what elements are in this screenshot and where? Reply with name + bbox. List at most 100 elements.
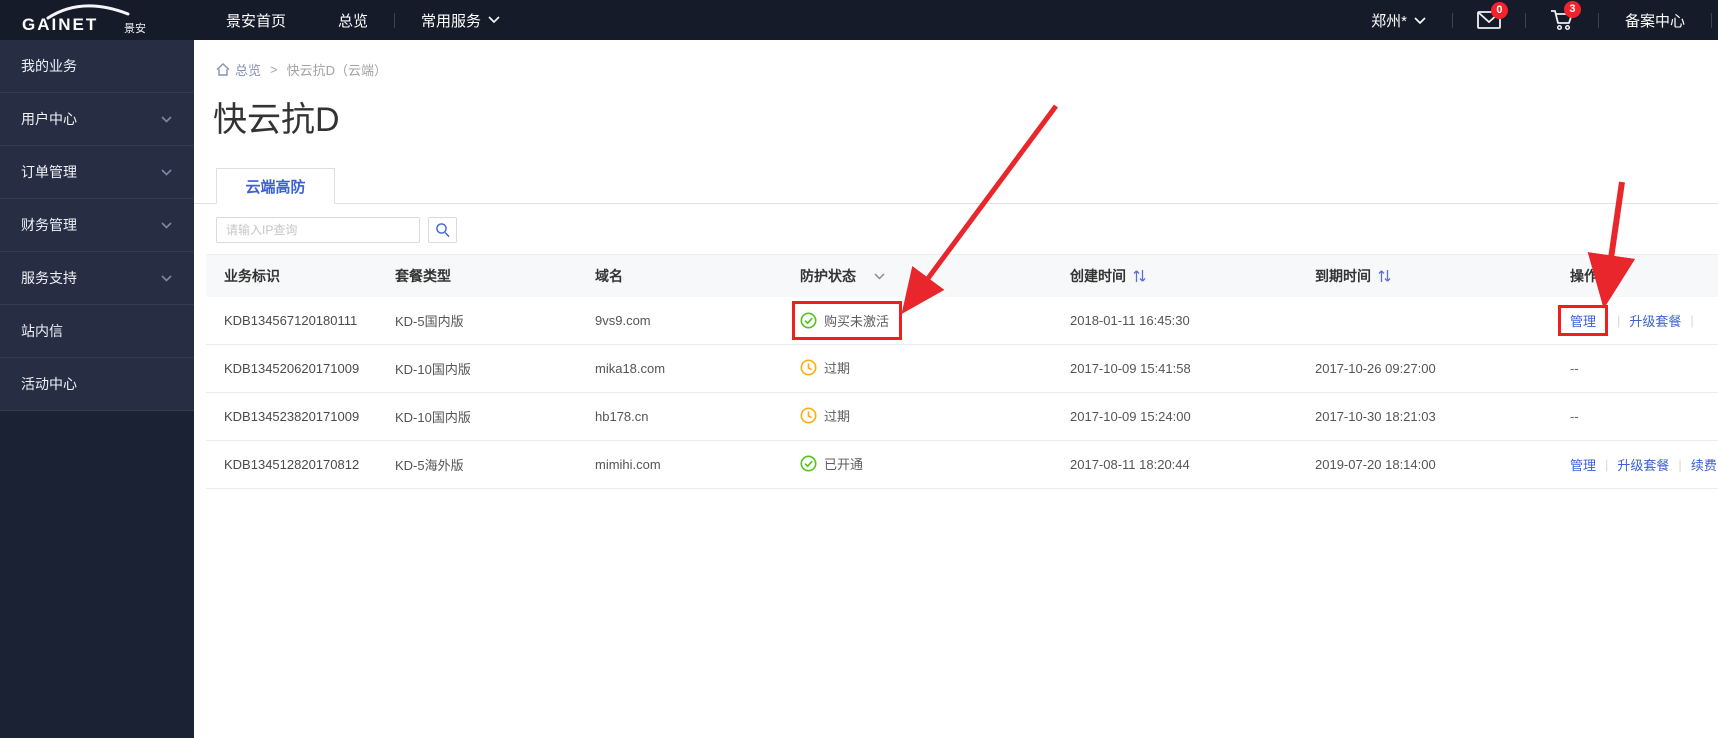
- search-button[interactable]: [428, 217, 457, 243]
- action-link-管理[interactable]: 管理: [1570, 311, 1596, 330]
- topbar-nav: 景安首页 总览 常用服务: [200, 0, 526, 40]
- status-value: 已开通: [800, 454, 863, 473]
- clock-icon: [800, 359, 817, 376]
- sidebar-item-5[interactable]: 站内信: [0, 305, 194, 358]
- column-header-label: 业务标识: [224, 268, 280, 284]
- cell-plan-type: KD-10国内版: [395, 362, 471, 377]
- topnav-item-2[interactable]: 常用服务: [395, 0, 526, 40]
- column-header-3: 防护状态: [800, 266, 1070, 286]
- cell-plan-type: KD-5海外版: [395, 458, 464, 473]
- check-circle-icon: [800, 312, 817, 329]
- cell-service-id: KDB134520620171009: [224, 361, 360, 376]
- sidebar-item-1[interactable]: 用户中心: [0, 93, 194, 146]
- table-row-1: KDB134520620171009 KD-10国内版 mika18.com 过期 20…: [206, 345, 1718, 393]
- table-row-2: KDB134523820171009 KD-10国内版 hb178.cn 过期 2017…: [206, 393, 1718, 441]
- main-content: 总览 > 快云抗D（云端） 快云抗D 云端高防 业务标识 套餐类型 域名 防护状态 创建…: [194, 40, 1718, 738]
- table-header-row: 业务标识 套餐类型 域名 防护状态 创建时间 到期时间 操作: [206, 254, 1718, 297]
- topnav-item-label: 总览: [338, 12, 369, 30]
- actions-empty: --: [1570, 409, 1579, 424]
- table-row-0: KDB134567120180111 KD-5国内版 9vs9.com 购买未激活 20…: [206, 297, 1718, 345]
- topbar-divider: [1711, 12, 1712, 28]
- chevron-down-icon: [1414, 12, 1426, 29]
- cell-expire-time: 2017-10-30 18:21:03: [1315, 409, 1436, 424]
- home-icon: [216, 63, 230, 76]
- cell-protection-status: 过期: [800, 406, 1070, 427]
- cell-created-time: 2017-08-11 18:20:44: [1070, 457, 1190, 472]
- action-link-升级套餐[interactable]: 升级套餐: [1617, 455, 1669, 474]
- messages-badge: 0: [1490, 2, 1508, 19]
- sidebar-item-label: 用户中心: [21, 111, 77, 127]
- topnav-item-1[interactable]: 总览: [312, 0, 394, 40]
- sidebar: 我的业务用户中心订单管理财务管理服务支持站内信活动中心: [0, 40, 194, 738]
- logo-brand: GAINET: [22, 15, 99, 34]
- manage-highlight-box: 管理: [1558, 305, 1609, 336]
- search-icon: [435, 223, 450, 238]
- logo-brand-cn: 景安: [124, 23, 146, 35]
- breadcrumb-overview-link[interactable]: 总览: [216, 60, 261, 79]
- sidebar-item-label: 服务支持: [21, 270, 77, 286]
- status-highlight-box: 购买未激活: [792, 301, 903, 340]
- cell-plan-type: KD-5国内版: [395, 314, 464, 329]
- column-header-6: 操作: [1570, 266, 1718, 286]
- sidebar-item-4[interactable]: 服务支持: [0, 252, 194, 305]
- region-label: 郑州*: [1371, 12, 1407, 30]
- sidebar-item-0[interactable]: 我的业务: [0, 40, 194, 93]
- sidebar-item-2[interactable]: 订单管理: [0, 146, 194, 199]
- sort-icon[interactable]: [1378, 269, 1391, 283]
- cell-service-id: KDB134512820170812: [224, 457, 360, 472]
- chevron-down-icon: [161, 115, 172, 123]
- column-header-5: 到期时间: [1315, 266, 1570, 286]
- topnav-item-label: 常用服务: [421, 12, 482, 30]
- sidebar-item-label: 我的业务: [21, 58, 77, 74]
- sidebar-item-6[interactable]: 活动中心: [0, 358, 194, 411]
- cell-domain: hb178.cn: [595, 409, 649, 424]
- status-value: 过期: [800, 358, 850, 377]
- cell-actions: 管理 | 升级套餐 | 续费: [1570, 455, 1718, 474]
- action-link-管理[interactable]: 管理: [1570, 455, 1596, 474]
- topbar: GAINET 景安 景安首页 总览 常用服务 郑州* 0 3 备案中心: [0, 0, 1718, 40]
- topbar-right: 郑州* 0 3 备案中心: [1345, 0, 1712, 40]
- chevron-down-icon: [488, 16, 500, 24]
- status-label: 购买未激活: [824, 314, 890, 329]
- breadcrumb: 总览 > 快云抗D（云端）: [216, 60, 387, 79]
- cell-created-time: 2017-10-09 15:24:00: [1070, 409, 1191, 424]
- messages-button[interactable]: 0: [1453, 2, 1525, 29]
- cart-badge: 3: [1563, 0, 1581, 18]
- cell-protection-status: 购买未激活: [792, 301, 1070, 340]
- sidebar-item-label: 财务管理: [21, 217, 77, 233]
- table-body: KDB134567120180111 KD-5国内版 9vs9.com 购买未激活 20…: [206, 297, 1718, 489]
- table-row-3: KDB134512820170812 KD-5海外版 mimihi.com 已开通 20…: [206, 441, 1718, 489]
- clock-icon: [800, 407, 817, 424]
- gainet-logo[interactable]: GAINET 景安: [18, 0, 178, 40]
- search-bar: [216, 217, 457, 243]
- check-circle-icon: [800, 455, 817, 472]
- status-label: 过期: [824, 409, 851, 424]
- action-separator: |: [1690, 313, 1694, 328]
- action-separator: |: [1617, 313, 1621, 328]
- cell-actions: 管理 | 升级套餐 |: [1558, 305, 1718, 336]
- cell-protection-status: 已开通: [800, 454, 1070, 475]
- sidebar-item-3[interactable]: 财务管理: [0, 199, 194, 252]
- column-header-label: 域名: [595, 268, 623, 284]
- breadcrumb-separator: >: [270, 62, 278, 77]
- cell-domain: mika18.com: [595, 361, 666, 376]
- beian-center-link[interactable]: 备案中心: [1599, 0, 1711, 40]
- status-value: 过期: [800, 406, 850, 425]
- topnav-item-0[interactable]: 景安首页: [200, 0, 312, 40]
- sidebar-item-label: 站内信: [21, 323, 63, 339]
- column-header-2: 域名: [595, 266, 800, 286]
- cell-protection-status: 过期: [800, 358, 1070, 379]
- ip-search-input[interactable]: [216, 217, 420, 243]
- cart-button[interactable]: 3: [1526, 0, 1598, 31]
- sort-icon[interactable]: [1133, 269, 1146, 283]
- action-link-升级套餐[interactable]: 升级套餐: [1629, 311, 1681, 330]
- tab-cloud-protection[interactable]: 云端高防: [216, 168, 335, 204]
- breadcrumb-current: 快云抗D（云端）: [286, 63, 387, 78]
- column-header-label: 套餐类型: [395, 268, 451, 284]
- chevron-down-icon: [161, 274, 172, 282]
- filter-chevron-icon[interactable]: [874, 272, 885, 280]
- status-label: 已开通: [824, 457, 864, 472]
- column-header-4: 创建时间: [1070, 266, 1315, 286]
- region-selector[interactable]: 郑州*: [1345, 0, 1452, 40]
- action-link-续费[interactable]: 续费: [1691, 455, 1717, 474]
